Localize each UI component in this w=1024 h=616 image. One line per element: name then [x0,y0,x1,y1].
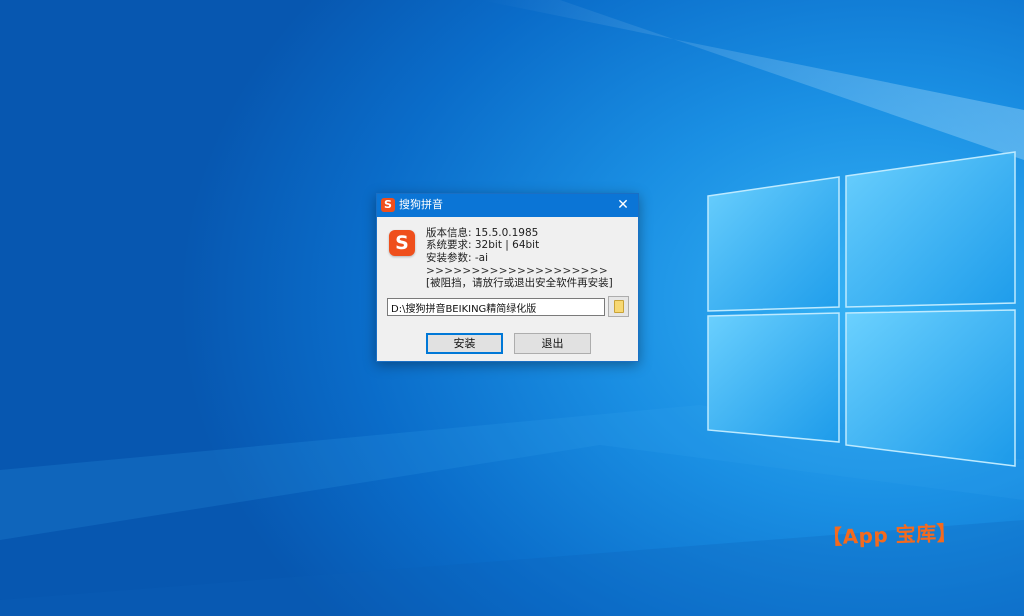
logo-pane-top-right [845,151,1016,308]
logo-pane-bottom-left [707,312,840,443]
install-path-input[interactable] [387,298,605,316]
progress-arrows: >>>>>>>>>>>>>>>>>>>> [426,265,608,277]
close-icon: ✕ [617,197,629,213]
close-button[interactable]: ✕ [608,194,638,217]
watermark-text: 【App 宝库】 [821,520,958,550]
desktop: S 搜狗拼音 ✕ S 版本信息: 15.5.0.1985 系统要求: 32bit… [0,0,1024,616]
logo-pane-bottom-right [845,309,1016,467]
folder-icon [614,300,624,313]
browse-folder-button[interactable] [608,296,629,317]
version-info: 版本信息: 15.5.0.1985 [426,227,539,239]
install-button[interactable]: 安装 [426,333,503,354]
install-parameters: 安装参数: -ai [426,252,489,264]
window-title: 搜狗拼音 [399,198,443,211]
installer-dialog: S 搜狗拼音 ✕ S 版本信息: 15.5.0.1985 系统要求: 32bit… [376,193,639,362]
blocked-warning: [被阻挡，请放行或退出安全软件再安装] [426,277,613,289]
sogou-logo-icon: S [389,230,415,256]
logo-pane-top-left [707,176,840,312]
title-bar[interactable]: S 搜狗拼音 ✕ [377,194,638,217]
light-beam [480,0,1024,160]
sogou-logo-icon: S [381,198,395,212]
exit-button[interactable]: 退出 [514,333,591,354]
system-requirements: 系统要求: 32bit | 64bit [426,239,540,251]
